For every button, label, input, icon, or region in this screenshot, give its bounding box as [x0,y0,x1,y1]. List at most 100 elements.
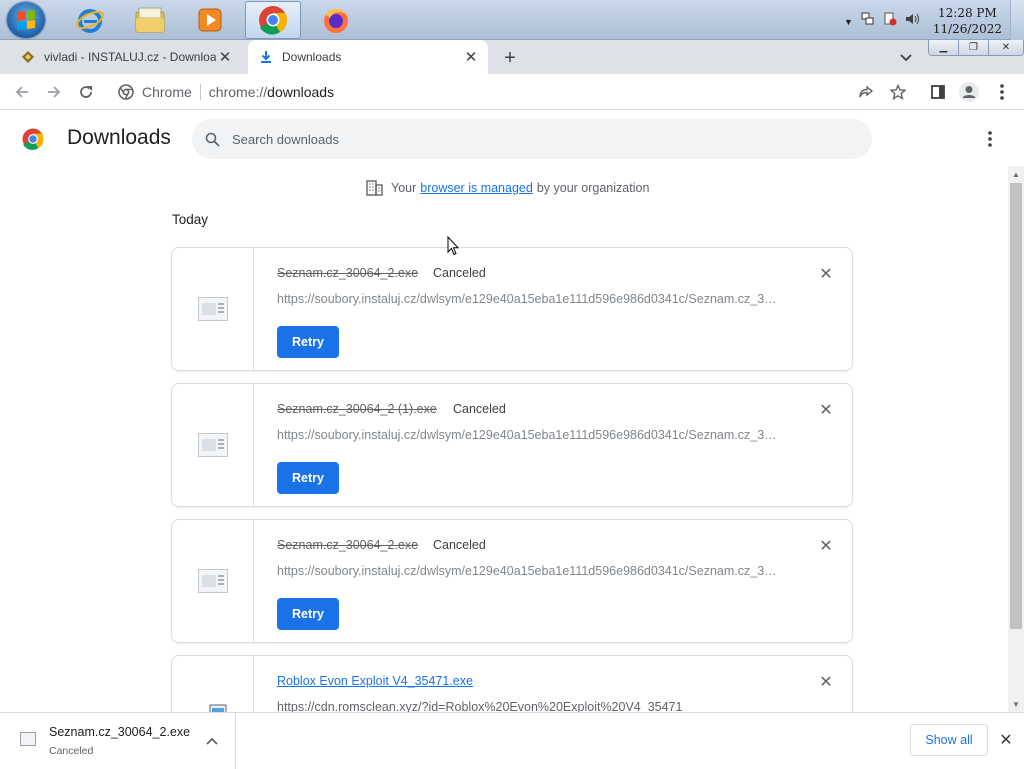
site-chip-label: Chrome [142,84,192,100]
media-player-icon[interactable] [182,1,238,39]
scroll-down-arrow-icon[interactable]: ▼ [1008,696,1024,712]
window-controls: ▁ ❐ ✕ [928,40,1024,56]
tab-close-icon[interactable]: ✕ [216,48,234,66]
file-name[interactable]: Seznam.cz_30064_2.exe [277,266,418,280]
download-shelf: Seznam.cz_30064_2.exe Canceled Show all … [0,712,1024,769]
firefox-icon[interactable] [308,1,364,39]
source-url[interactable]: https://soubory.instaluj.cz/dwlsym/e129e… [277,564,777,578]
tab-downloads[interactable]: Downloads ✕ [248,40,488,74]
back-icon[interactable] [11,81,33,103]
browser-managed-link[interactable]: browser is managed [420,181,533,195]
tab-title: Downloads [282,50,342,64]
retry-button[interactable]: Retry [277,598,339,630]
volume-icon[interactable] [905,12,921,31]
mouse-pointer-icon [447,235,460,256]
chrome-menu-icon[interactable] [991,81,1013,103]
download-favicon-icon [258,49,274,65]
file-icon-column [172,656,254,712]
shelf-file-icon [20,732,36,746]
instaluj-favicon-icon [20,49,36,65]
download-item: Roblox Evon Exploit V4_35471.exe https:/… [171,655,853,712]
windows-logo-icon [17,10,35,30]
file-icon [197,569,228,593]
close-window-button[interactable]: ✕ [989,40,1023,55]
file-name-link[interactable]: Roblox Evon Exploit V4_35471.exe [277,674,473,688]
file-icon [197,433,228,457]
system-clock[interactable]: 12:28 PM 11/26/2022 [933,5,1002,37]
omnibox-separator [199,84,201,100]
file-explorer-icon[interactable] [122,1,178,39]
downloads-more-actions-icon[interactable] [980,128,1000,150]
search-icon [205,132,220,147]
file-name[interactable]: Seznam.cz_30064_2.exe [277,538,418,552]
file-name[interactable]: Seznam.cz_30064_2 (1).exe [277,402,437,416]
vertical-scrollbar[interactable]: ▲ ▼ [1008,166,1024,712]
action-center-icon[interactable] [883,12,897,31]
source-url[interactable]: https://cdn.romsclean.xyz/?id=Roblox%20E… [277,700,682,712]
retry-button[interactable]: Retry [277,462,339,494]
download-status: Canceled [453,402,506,416]
downloads-list: Your browser is managed by your organiza… [0,166,1008,712]
remove-item-icon[interactable]: ✕ [818,674,834,691]
shelf-file-name: Seznam.cz_30064_2.exe [49,725,191,739]
download-item: Seznam.cz_30064_2.exe Canceled https://s… [171,247,853,371]
remove-item-icon[interactable]: ✕ [818,266,834,283]
source-url[interactable]: https://soubory.instaluj.cz/dwlsym/e129e… [277,428,777,442]
clock-date: 11/26/2022 [932,22,1002,36]
date-section-heading: Today [172,212,209,227]
building-icon [366,180,383,196]
scroll-up-arrow-icon[interactable]: ▲ [1008,166,1024,182]
show-desktop-button[interactable] [1010,0,1024,40]
restore-button[interactable]: ❐ [959,40,989,55]
new-tab-button[interactable]: + [498,47,522,69]
windows-start-button[interactable] [7,2,45,38]
search-placeholder: Search downloads [232,131,339,147]
network-icon[interactable] [861,12,875,31]
scrollbar-thumb[interactable] [1010,183,1022,629]
chrome-taskbar-icon[interactable] [245,1,301,39]
download-item: Seznam.cz_30064_2.exe Canceled https://s… [171,519,853,643]
close-shelf-icon[interactable]: ✕ [997,731,1015,749]
windows-taskbar: ▼ 12:28 PM 11/26/2022 [0,0,1024,40]
clock-time: 12:28 PM [938,6,997,20]
tab-instaluj[interactable]: vivladi - INSTALUJ.cz - Download ✕ [10,40,242,74]
tab-close-icon[interactable]: ✕ [462,48,480,66]
remove-item-icon[interactable]: ✕ [818,538,834,555]
file-icon [197,297,228,321]
system-tray: ▼ 12:28 PM 11/26/2022 [834,0,1024,40]
shelf-download-item[interactable]: Seznam.cz_30064_2.exe Canceled [0,713,236,769]
url-scheme: chrome:// [208,84,268,100]
download-item: Seznam.cz_30064_2 (1).exe Canceled https… [171,383,853,507]
chevron-up-icon[interactable] [204,733,220,749]
internet-explorer-icon[interactable] [62,1,118,39]
profile-avatar-icon[interactable] [958,81,980,103]
omnibox[interactable]: Chrome chrome://downloads [108,78,854,106]
tab-title: vivladi - INSTALUJ.cz - Download [44,50,216,64]
chrome-page-icon [118,84,134,103]
share-icon[interactable] [855,81,877,103]
forward-icon[interactable] [43,81,65,103]
show-all-button[interactable]: Show all [910,724,988,756]
tab-search-icon[interactable] [896,49,916,67]
download-status: Canceled [433,538,486,552]
file-icon-column [172,248,254,370]
retry-button[interactable]: Retry [277,326,339,358]
source-url[interactable]: https://soubory.instaluj.cz/dwlsym/e129e… [277,292,777,306]
bookmark-star-icon[interactable] [887,81,909,103]
download-status: Canceled [433,266,486,280]
page-title: Downloads [67,126,171,149]
file-icon-column [172,384,254,506]
managed-suffix: by your organization [536,181,650,195]
downloads-header: Downloads Search downloads [0,110,1024,166]
chrome-logo-icon [21,127,45,156]
side-panel-icon[interactable] [927,81,949,103]
shelf-file-status: Canceled [49,745,94,757]
search-downloads-field[interactable]: Search downloads [192,119,872,159]
reload-icon[interactable] [75,81,97,103]
minimize-button[interactable]: ▁ [929,40,959,55]
executable-file-icon [209,704,227,712]
remove-item-icon[interactable]: ✕ [818,402,834,419]
file-icon-column [172,520,254,642]
browser-toolbar: Chrome chrome://downloads [0,74,1024,110]
tray-expand-icon[interactable]: ▼ [844,17,853,27]
